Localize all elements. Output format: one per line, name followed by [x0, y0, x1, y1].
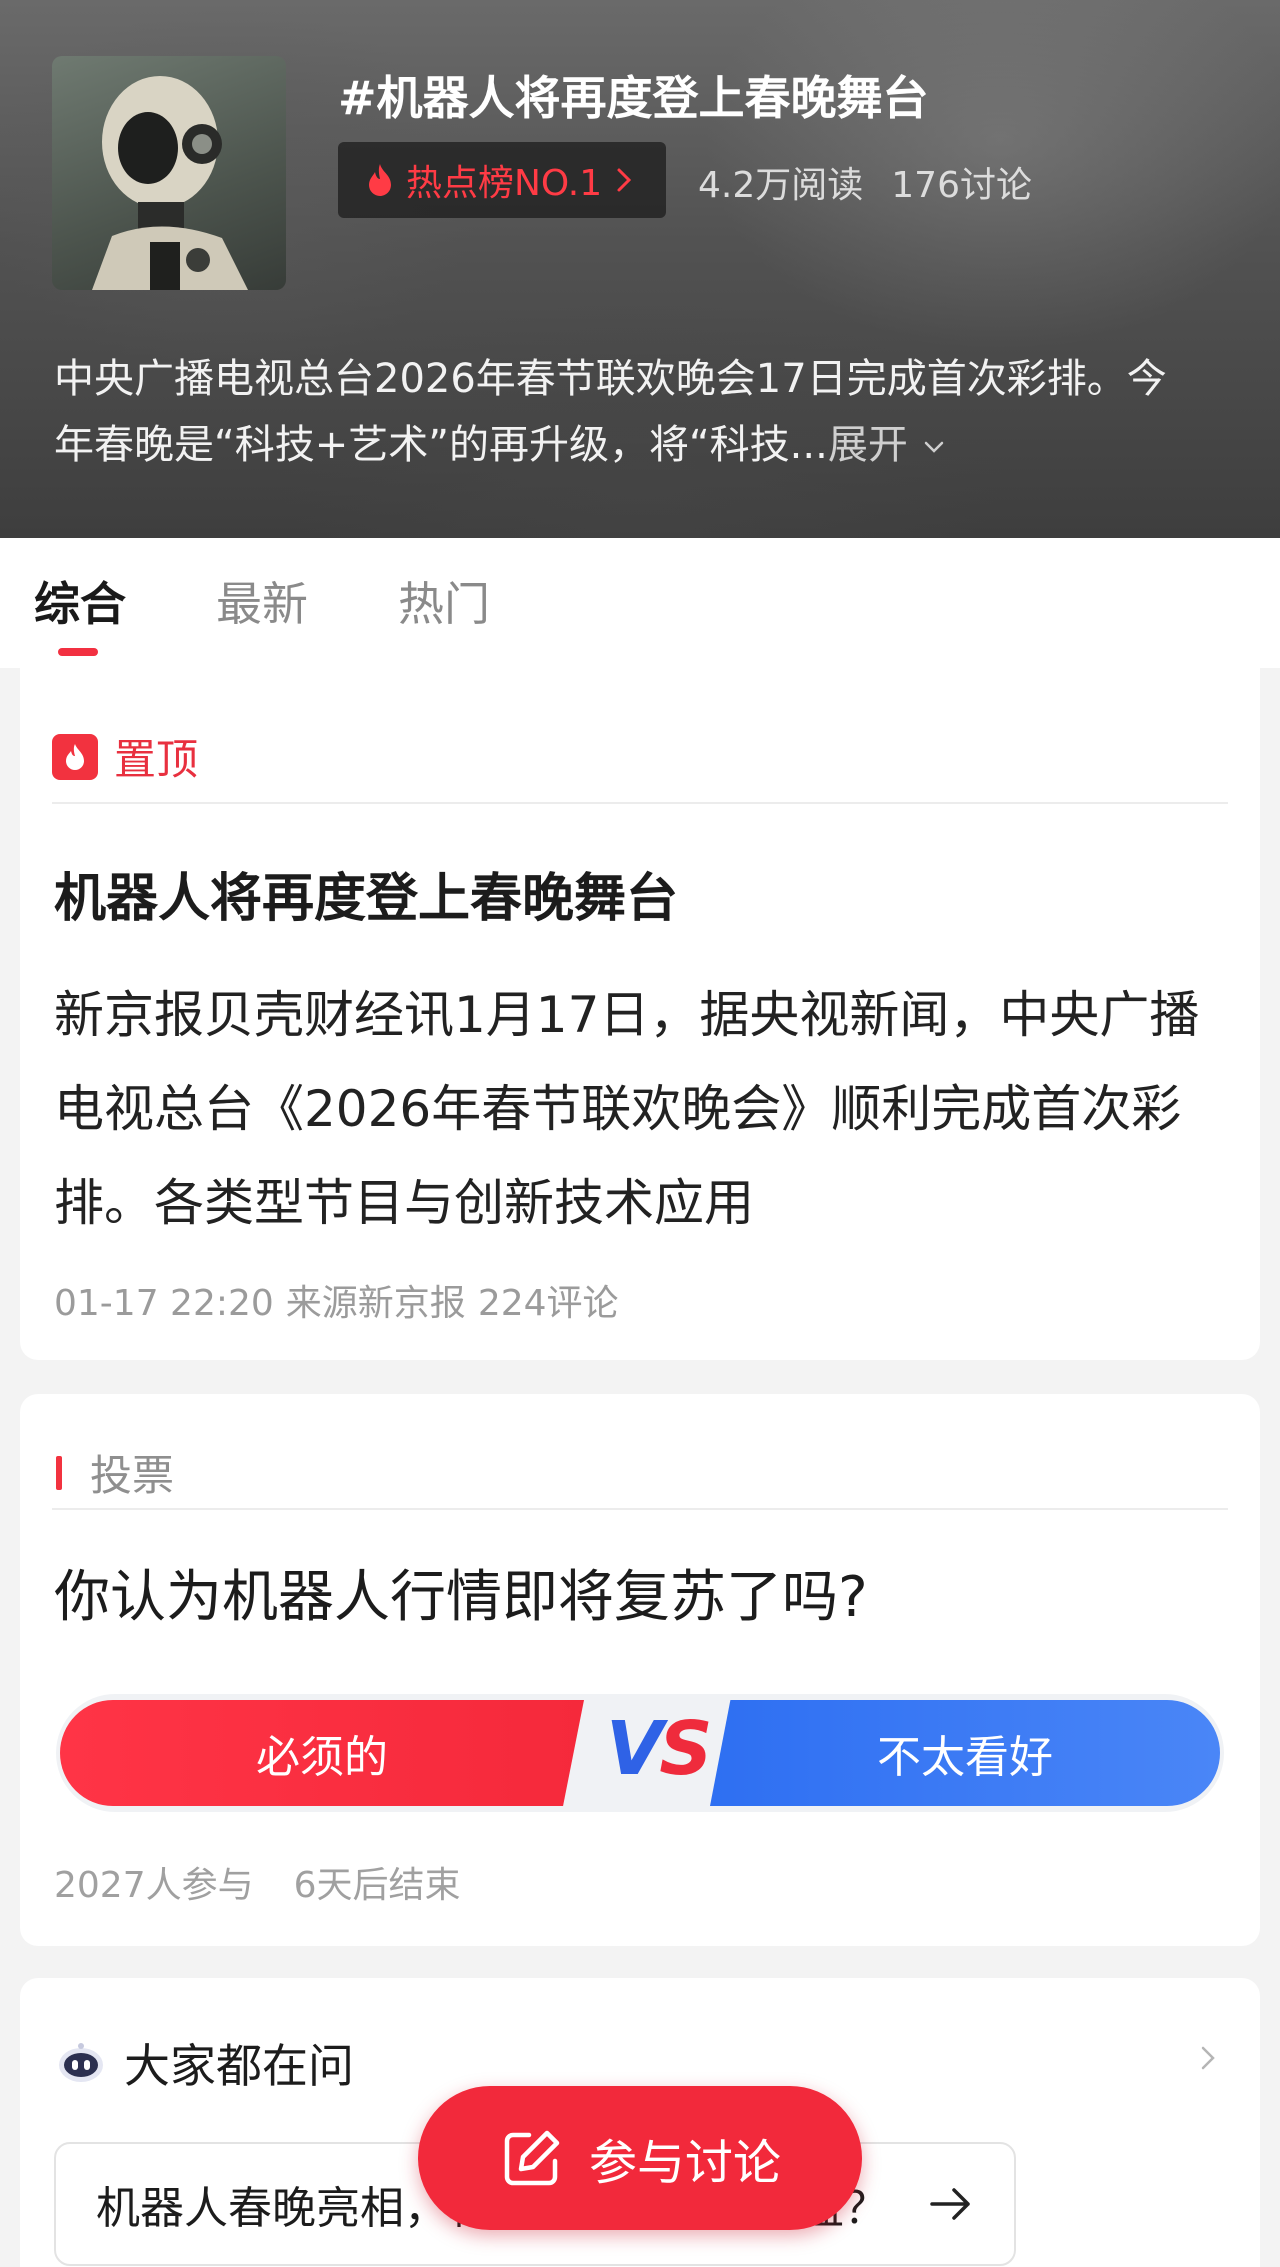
pinned-label: 置顶: [114, 735, 199, 784]
vote-option-yes[interactable]: 必须的: [60, 1700, 584, 1806]
read-count: 4.2万阅读: [698, 165, 864, 206]
article-comments: 224评论: [477, 1283, 619, 1324]
vote-accent-bar: [56, 1455, 62, 1490]
join-discussion-label: 参与讨论: [588, 2135, 781, 2191]
discussion-count: 176讨论: [891, 165, 1032, 206]
arrow-right-icon: [930, 2188, 970, 2220]
vs-letter-s: S: [659, 1706, 712, 1792]
ask-title: 大家都在问: [124, 2039, 354, 2093]
pinned-tag: 置顶: [52, 726, 198, 787]
article-title[interactable]: 机器人将再度登上春晚舞台: [54, 856, 678, 931]
hot-rank-badge[interactable]: 热点榜NO.1: [338, 142, 666, 218]
chevron-right-icon: [617, 168, 632, 192]
join-discussion-button[interactable]: 参与讨论: [418, 2086, 862, 2230]
robot-image: [92, 76, 248, 290]
topic-description: 中央广播电视总台2026年春节联欢晚会17日完成首次彩排。今年春晚是“科技+艺术…: [54, 346, 1174, 478]
tab-latest[interactable]: 最新: [216, 568, 308, 634]
tab-bar: 综合 最新 热门: [0, 538, 1280, 668]
vote-header: 投票: [56, 1442, 174, 1503]
divider: [52, 1508, 1228, 1510]
divider: [52, 802, 1228, 804]
article-meta: 01-17 22:20 来源新京报 224评论: [54, 1274, 619, 1326]
tab-popular[interactable]: 热门: [398, 568, 490, 634]
description-text: 中央广播电视总台2026年春节联欢晚会17日完成首次彩排。今年春晚是“科技+艺术…: [54, 356, 1167, 468]
vote-deadline: 6天后结束: [293, 1865, 461, 1906]
vote-meta: 2027人参与 6天后结束: [54, 1856, 461, 1908]
topic-thumbnail: [52, 56, 286, 290]
vote-options: 必须的 VS 不太看好: [56, 1694, 1224, 1812]
article-excerpt[interactable]: 新京报贝壳财经讯1月17日，据央视新闻，中央广播电视总台《2026年春节联欢晚会…: [54, 968, 1234, 1250]
vote-question: 你认为机器人行情即将复苏了吗?: [54, 1565, 868, 1630]
hot-rank-label: 热点榜NO.1: [406, 163, 603, 204]
robot-icon: [59, 2043, 103, 2082]
topic-title: #机器人将再度登上春晚舞台: [338, 71, 929, 125]
vote-option-no[interactable]: 不太看好: [710, 1700, 1220, 1806]
ask-header[interactable]: 大家都在问: [56, 2030, 354, 2096]
article-source: 来源新京报: [285, 1283, 466, 1324]
flame-icon: [369, 164, 391, 196]
article-time: 01-17 22:20: [54, 1283, 274, 1324]
vote-label: 投票: [90, 1451, 175, 1500]
vote-participants: 2027人参与: [54, 1865, 254, 1906]
vote-card: 投票 你认为机器人行情即将复苏了吗? 必须的 VS 不太看好 2027人参与 6天…: [20, 1394, 1260, 1946]
tab-comprehensive[interactable]: 综合: [34, 568, 126, 634]
expand-button[interactable]: 展开: [828, 422, 908, 468]
vs-letter-v: V: [606, 1706, 663, 1792]
edit-icon: [504, 2130, 560, 2186]
topic-header: #机器人将再度登上春晚舞台 热点榜NO.1 4.2万阅读 176讨论 中央广播电视…: [0, 0, 1280, 538]
chevron-down-icon[interactable]: [921, 437, 947, 457]
chevron-right-icon[interactable]: [1198, 2042, 1218, 2074]
vs-label: VS: [606, 1706, 713, 1792]
active-tab-indicator: [58, 648, 98, 656]
pin-flame-icon: [52, 733, 98, 780]
pinned-article-card[interactable]: 置顶 机器人将再度登上春晚舞台 新京报贝壳财经讯1月17日，据央视新闻，中央广播…: [20, 668, 1260, 1360]
topic-stats: 4.2万阅读 176讨论: [698, 156, 1032, 208]
